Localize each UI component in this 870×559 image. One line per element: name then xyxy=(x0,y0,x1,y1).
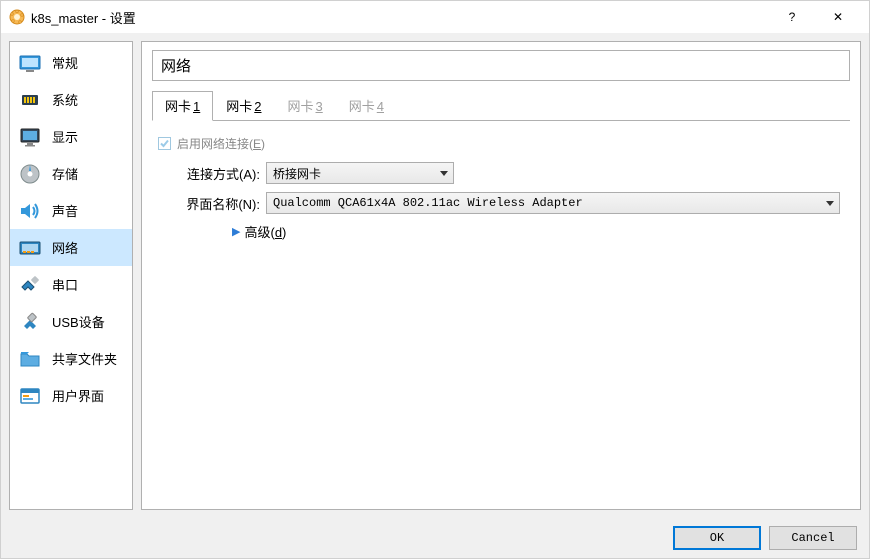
button-bar: OK Cancel xyxy=(1,518,869,558)
sidebar-item-label: 常规 xyxy=(52,53,78,72)
window-title: k8s_master - 设置 xyxy=(31,8,136,27)
folder-icon xyxy=(18,347,42,371)
close-icon: ✕ xyxy=(833,10,843,24)
sidebar-item-label: USB设备 xyxy=(52,312,105,331)
chevron-right-icon: ▶ xyxy=(232,225,240,238)
cancel-button[interactable]: Cancel xyxy=(769,526,857,550)
storage-icon xyxy=(18,162,42,186)
advanced-label: 高级(d) xyxy=(244,222,286,241)
sidebar-item-label: 网络 xyxy=(52,238,78,257)
tabbar: 网卡1 网卡2 网卡3 网卡4 xyxy=(152,91,850,121)
titlebar: k8s_master - 设置 ? ✕ xyxy=(1,1,869,33)
sidebar-item-usb[interactable]: USB设备 xyxy=(10,303,132,340)
attached-to-dropdown[interactable]: 桥接网卡 xyxy=(266,162,454,184)
attached-to-row: 连接方式(A): 桥接网卡 xyxy=(158,162,844,184)
sidebar-item-audio[interactable]: 声音 xyxy=(10,192,132,229)
interface-name-row: 界面名称(N): Qualcomm QCA61x4A 802.11ac Wire… xyxy=(158,192,844,214)
tab-adapter-4: 网卡4 xyxy=(336,91,397,121)
tab-panel: 启用网络连接(E) 连接方式(A): 桥接网卡 界面名称(N): Qualcom… xyxy=(152,120,850,255)
ok-button[interactable]: OK xyxy=(673,526,761,550)
sidebar-item-storage[interactable]: 存储 xyxy=(10,155,132,192)
attached-to-value: 桥接网卡 xyxy=(273,165,321,182)
panel-heading-wrap: 网络 xyxy=(152,50,850,81)
usb-icon xyxy=(18,310,42,334)
display-icon xyxy=(18,125,42,149)
attached-to-label: 连接方式(A): xyxy=(158,164,266,183)
sidebar-item-system[interactable]: 系统 xyxy=(10,81,132,118)
help-button[interactable]: ? xyxy=(769,1,815,33)
sidebar-item-label: 存储 xyxy=(52,164,78,183)
sidebar-item-general[interactable]: 常规 xyxy=(10,44,132,81)
tab-adapter-1[interactable]: 网卡1 xyxy=(152,91,213,121)
sidebar-item-label: 串口 xyxy=(52,275,78,294)
sidebar-item-shared-folders[interactable]: 共享文件夹 xyxy=(10,340,132,377)
tab-adapter-2[interactable]: 网卡2 xyxy=(213,91,274,121)
enable-network-checkbox xyxy=(158,137,171,150)
sidebar-item-serial[interactable]: 串口 xyxy=(10,266,132,303)
audio-icon xyxy=(18,199,42,223)
interface-name-dropdown[interactable]: Qualcomm QCA61x4A 802.11ac Wireless Adap… xyxy=(266,192,840,214)
main-panel: 网络 网卡1 网卡2 网卡3 网卡4 启用网络连接(E) 连接方式(A): 桥接… xyxy=(141,41,861,510)
sidebar-item-user-interface[interactable]: 用户界面 xyxy=(10,377,132,414)
app-icon xyxy=(9,9,25,25)
sidebar-item-display[interactable]: 显示 xyxy=(10,118,132,155)
enable-network-row: 启用网络连接(E) xyxy=(158,135,844,152)
network-icon xyxy=(18,236,42,260)
panel-heading: 网络 xyxy=(161,55,841,76)
system-icon xyxy=(18,88,42,112)
sidebar-item-label: 用户界面 xyxy=(52,386,104,405)
content-area: 常规 系统 显示 存储 声音 网络 xyxy=(1,33,869,518)
ui-icon xyxy=(18,384,42,408)
interface-name-label: 界面名称(N): xyxy=(158,194,266,213)
serial-icon xyxy=(18,273,42,297)
sidebar-item-network[interactable]: 网络 xyxy=(10,229,132,266)
sidebar-item-label: 显示 xyxy=(52,127,78,146)
sidebar-item-label: 共享文件夹 xyxy=(52,349,117,368)
help-icon: ? xyxy=(789,10,796,24)
sidebar: 常规 系统 显示 存储 声音 网络 xyxy=(9,41,133,510)
interface-name-value: Qualcomm QCA61x4A 802.11ac Wireless Adap… xyxy=(273,196,583,210)
close-button[interactable]: ✕ xyxy=(815,1,861,33)
tab-adapter-3: 网卡3 xyxy=(275,91,336,121)
sidebar-item-label: 声音 xyxy=(52,201,78,220)
general-icon xyxy=(18,51,42,75)
settings-window: k8s_master - 设置 ? ✕ 常规 系统 显示 存储 xyxy=(0,0,870,559)
sidebar-item-label: 系统 xyxy=(52,90,78,109)
enable-network-label: 启用网络连接(E) xyxy=(177,135,265,152)
advanced-toggle[interactable]: ▶ 高级(d) xyxy=(232,222,844,241)
